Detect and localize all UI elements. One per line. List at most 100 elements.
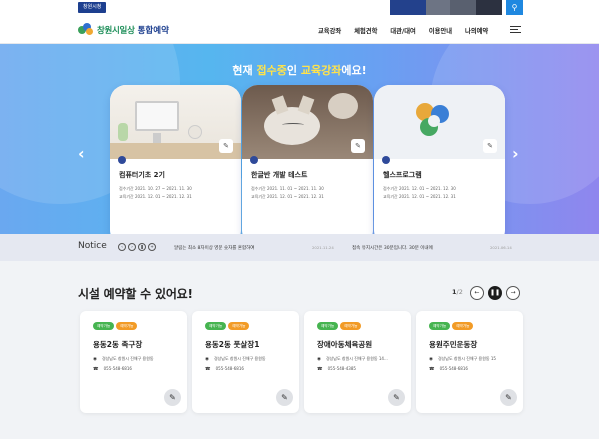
pause-icon[interactable]: ❚❚ (317, 214, 325, 220)
facility-title: 용원주민운동장 (429, 340, 478, 349)
facility-phone: ☎ 055-548-6816 (93, 366, 132, 372)
site-logo[interactable]: 창원시일상 통합예약 (78, 23, 169, 36)
notice-item[interactable]: 접속 유지시간은 30분입니다. 30분 이내에 (352, 245, 433, 251)
prev-arrow-icon[interactable]: ‹ (78, 144, 85, 163)
search-icon[interactable]: ⚲ (506, 0, 523, 15)
course-badge (382, 156, 390, 164)
facility-title: 용동2동 풋살장1 (205, 340, 260, 349)
location-icon: ◉ (317, 357, 321, 362)
course-edu-period: 교육기간 2021. 12. 01 ~ 2021. 12. 31 (383, 194, 456, 199)
next-arrow-icon[interactable]: › (512, 144, 519, 163)
phone-icon: ☎ (317, 367, 323, 372)
edit-icon[interactable]: ✎ (219, 139, 233, 153)
course-edu-period: 교육기간 2021. 12. 01 ~ 2021. 12. 31 (251, 194, 324, 199)
notice-title: Notice (78, 241, 107, 251)
logo-sub-text: 통합예약 (137, 25, 169, 36)
status-badge: 예약가능 (93, 322, 115, 330)
facility-pause-icon[interactable]: ❚❚ (488, 286, 502, 300)
main-nav: 교육강좌 체험견학 대관/대여 이용안내 나의예약 (318, 26, 501, 35)
notice-bar: Notice ‹ › ❚ + 알림는 최소 8자이상 영문 숫자를 혼합하여 2… (0, 234, 599, 261)
utility-links (390, 0, 502, 15)
menu-icon[interactable] (510, 26, 521, 34)
slider-dot[interactable] (283, 215, 287, 219)
site-header: 창원시일상 통합예약 교육강좌 체험견학 대관/대여 이용안내 나의예약 (0, 15, 599, 44)
utility-link-4[interactable] (476, 0, 502, 15)
edit-icon[interactable]: ✎ (351, 139, 365, 153)
slider-dot-active[interactable] (297, 215, 307, 219)
facility-title: 장애아동체육공원 (317, 340, 373, 349)
location-icon: ◉ (429, 357, 433, 362)
nav-item-my-reservation[interactable]: 나의예약 (465, 26, 488, 35)
course-title: 헬스프로그램 (383, 171, 422, 179)
reserve-edit-icon[interactable]: ✎ (388, 389, 405, 406)
notice-add-icon[interactable]: + (148, 243, 156, 251)
logo-main-text: 창원시일상 (97, 25, 135, 36)
facility-address: ◉ 경상남도 창원시 진해구 용원동 (205, 356, 266, 362)
top-bar: 창원시청 ⚲ (0, 0, 599, 15)
facility-card[interactable]: 예약가능 예약가능 용동2동 풋살장1 ◉ 경상남도 창원시 진해구 용원동 ☎ 05… (192, 311, 299, 413)
facility-prev-icon[interactable]: ← (470, 286, 484, 300)
facility-card[interactable]: 예약가능 예약가능 장애아동체육공원 ◉ 경상남도 창원시 진해구 용원동 14..… (304, 311, 411, 413)
hero-banner: 현재 접수중인 교육강좌에요! ‹ › ✎ 컴퓨터기초 2기 접수기간 2021… (0, 44, 599, 234)
facility-address: ◉ 경상남도 창원시 진해구 용원동 14... (317, 356, 388, 362)
course-title: 컴퓨터기초 2기 (119, 171, 165, 179)
nav-item-guide[interactable]: 이용안내 (429, 26, 452, 35)
notice-controls: ‹ › ❚ + (118, 243, 158, 251)
status-badge: 예약가능 (317, 322, 339, 330)
status-badge: 예약가능 (340, 322, 362, 330)
logo-icon (78, 23, 94, 36)
notice-pause-icon[interactable]: ❚ (138, 243, 146, 251)
facility-title: 용동2동 족구장 (93, 340, 143, 349)
facility-next-icon[interactable]: → (506, 286, 520, 300)
status-badge: 예약가능 (116, 322, 138, 330)
slider-dot[interactable] (290, 215, 294, 219)
banner-title: 현재 접수중인 교육강좌에요! (232, 64, 367, 77)
notice-date: 2021.11.24 (312, 245, 334, 250)
course-badge (118, 156, 126, 164)
city-hall-link[interactable]: 창원시청 (78, 2, 107, 13)
phone-icon: ☎ (93, 367, 99, 372)
course-title: 한글반 개발 테스트 (251, 171, 308, 179)
notice-item[interactable]: 알림는 최소 8자이상 영문 숫자를 혼합하여 (174, 245, 254, 251)
course-card[interactable]: ✎ 헬스프로그램 접수기간 2021. 12. 01 ~ 2021. 12. 3… (374, 85, 505, 234)
reserve-edit-icon[interactable]: ✎ (500, 389, 517, 406)
facility-card[interactable]: 예약가능 예약가능 용원주민운동장 ◉ 경상남도 창원시 진해구 용원동 15 ☎ 0… (416, 311, 523, 413)
slider-dots: ❚❚ (283, 214, 325, 220)
course-apply-period: 접수기간 2021. 12. 01 ~ 2021. 12. 30 (383, 186, 456, 191)
course-card[interactable]: ✎ 컴퓨터기초 2기 접수기간 2021. 10. 27 ~ 2021. 11.… (110, 85, 241, 234)
notice-prev-icon[interactable]: ‹ (118, 243, 126, 251)
phone-icon: ☎ (205, 367, 211, 372)
phone-icon: ☎ (429, 367, 435, 372)
course-apply-period: 접수기간 2021. 10. 27 ~ 2021. 11. 30 (119, 186, 192, 191)
status-badge: 예약가능 (228, 322, 250, 330)
utility-link-1[interactable] (390, 0, 426, 15)
facility-address: ◉ 경상남도 창원시 진해구 용원동 15 (429, 356, 496, 362)
facility-address: ◉ 경상남도 창원시 진해구 용원동 (93, 356, 154, 362)
status-badge: 예약가능 (429, 322, 451, 330)
facility-phone: ☎ 055-548-4385 (317, 366, 356, 372)
utility-link-2[interactable] (426, 0, 450, 15)
status-badge: 예약가능 (205, 322, 227, 330)
notice-date: 2021.06.14 (490, 245, 512, 250)
facility-pager: 1/2 (452, 288, 463, 296)
facility-section-title: 시설 예약할 수 있어요! (78, 287, 193, 301)
nav-item-experience[interactable]: 체험견학 (354, 26, 377, 35)
course-badge (250, 156, 258, 164)
location-icon: ◉ (205, 357, 209, 362)
utility-link-3[interactable] (450, 0, 476, 15)
nav-item-rental[interactable]: 대관/대여 (390, 26, 415, 35)
location-icon: ◉ (93, 357, 97, 362)
edit-icon[interactable]: ✎ (483, 139, 497, 153)
facility-phone: ☎ 055-548-6816 (429, 366, 468, 372)
reserve-edit-icon[interactable]: ✎ (276, 389, 293, 406)
course-apply-period: 접수기간 2021. 11. 01 ~ 2021. 11. 30 (251, 186, 324, 191)
nav-item-education[interactable]: 교육강좌 (318, 26, 341, 35)
course-edu-period: 교육기간 2021. 12. 01 ~ 2021. 12. 31 (119, 194, 192, 199)
facility-card[interactable]: 예약가능 예약가능 용동2동 족구장 ◉ 경상남도 창원시 진해구 용원동 ☎ 055… (80, 311, 187, 413)
slider-dot[interactable] (310, 215, 314, 219)
reserve-edit-icon[interactable]: ✎ (164, 389, 181, 406)
course-card[interactable]: ✎ 한글반 개발 테스트 접수기간 2021. 11. 01 ~ 2021. 1… (242, 85, 373, 234)
status-badge: 예약가능 (452, 322, 474, 330)
facility-phone: ☎ 055-548-6816 (205, 366, 244, 372)
notice-next-icon[interactable]: › (128, 243, 136, 251)
